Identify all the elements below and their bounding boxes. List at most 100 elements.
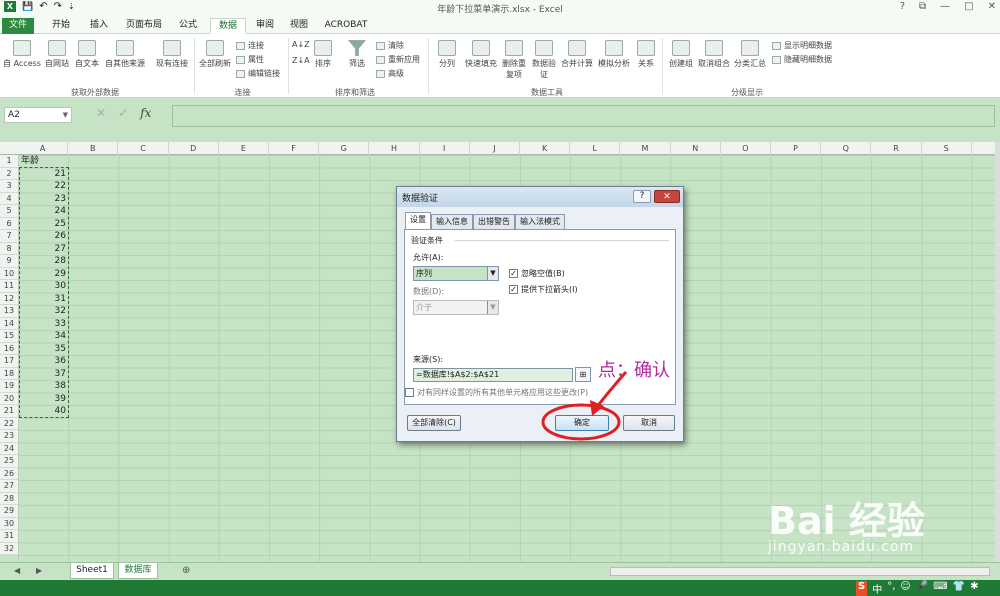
row-header[interactable]: 4 — [0, 192, 18, 205]
row-header[interactable]: 21 — [0, 405, 18, 418]
insert-function-icon[interactable]: fx — [140, 106, 151, 120]
tab-home[interactable]: 开始 — [44, 18, 78, 34]
tab-acrobat[interactable]: ACROBAT — [320, 18, 372, 34]
tab-settings[interactable]: 设置 — [405, 212, 431, 229]
clear-filter-button[interactable]: 清除 — [376, 40, 404, 51]
row-header[interactable]: 8 — [0, 242, 18, 255]
cancel-icon[interactable]: ✕ — [96, 106, 106, 120]
formula-input[interactable] — [172, 105, 995, 127]
column-header[interactable]: O — [721, 142, 771, 155]
tab-formulas[interactable]: 公式 — [172, 18, 204, 34]
row-header[interactable]: 23 — [0, 430, 18, 443]
filter-button[interactable]: 筛选 — [342, 40, 372, 69]
scroll-left-icon[interactable]: ◀ — [14, 566, 20, 575]
tab-file[interactable]: 文件 — [2, 18, 34, 34]
row-header[interactable]: 20 — [0, 392, 18, 405]
ignore-blank-checkbox[interactable]: ✓ 忽略空值(B) — [509, 268, 565, 279]
existing-connections-button[interactable]: 现有连接 — [152, 40, 192, 69]
column-header[interactable]: I — [420, 142, 470, 155]
row-header[interactable]: 27 — [0, 480, 18, 493]
column-header[interactable]: C — [118, 142, 169, 155]
column-header[interactable]: A — [18, 142, 69, 155]
subtotal-button[interactable]: 分类汇总 — [732, 40, 768, 69]
row-header[interactable]: 6 — [0, 217, 18, 230]
row-header[interactable]: 3 — [0, 180, 18, 193]
row-header[interactable]: 31 — [0, 530, 18, 543]
tab-data[interactable]: 数据 — [210, 18, 246, 34]
row-header[interactable]: 1 — [0, 155, 18, 168]
scroll-right-icon[interactable]: ▶ — [36, 566, 42, 575]
row-header[interactable]: 15 — [0, 330, 18, 343]
tab-error-alert[interactable]: 出错警告 — [473, 214, 515, 229]
range-picker-icon[interactable]: ⊞ — [575, 367, 591, 382]
cancel-button[interactable]: 取消 — [623, 415, 675, 431]
row-header[interactable]: 10 — [0, 267, 18, 280]
maximize-button[interactable]: □ — [964, 1, 973, 12]
sheet-tab-sheet1[interactable]: Sheet1 — [70, 563, 114, 579]
column-header[interactable]: P — [771, 142, 822, 155]
column-header[interactable]: M — [620, 142, 671, 155]
column-header[interactable]: K — [520, 142, 571, 155]
tab-input-message[interactable]: 输入信息 — [431, 214, 473, 229]
row-header[interactable]: 25 — [0, 455, 18, 468]
row-header[interactable]: 19 — [0, 380, 18, 393]
horizontal-scrollbar[interactable] — [610, 567, 990, 576]
column-header[interactable]: S — [922, 142, 972, 155]
relationships-button[interactable]: 关系 — [634, 40, 658, 69]
text-to-columns-button[interactable]: 分列 — [434, 40, 460, 69]
row-header[interactable]: 7 — [0, 230, 18, 243]
row-header[interactable]: 30 — [0, 517, 18, 530]
row-header[interactable]: 22 — [0, 417, 18, 430]
row-header[interactable]: 18 — [0, 367, 18, 380]
row-header[interactable]: 24 — [0, 442, 18, 455]
column-header[interactable]: G — [319, 142, 370, 155]
sort-button[interactable]: 排序 — [310, 40, 336, 69]
column-header[interactable]: E — [219, 142, 269, 155]
row-header[interactable]: 17 — [0, 355, 18, 368]
show-detail-button[interactable]: 显示明细数据 — [772, 40, 832, 51]
enter-icon[interactable]: ✓ — [118, 106, 128, 120]
cell-a1[interactable]: 年龄 — [20, 155, 68, 168]
column-header[interactable]: L — [570, 142, 621, 155]
from-access-button[interactable]: 自 Access — [2, 40, 42, 69]
column-header[interactable]: N — [671, 142, 721, 155]
connections-button[interactable]: 连接 — [236, 40, 264, 51]
column-header[interactable]: J — [470, 142, 520, 155]
sort-asc-button[interactable]: A↓Z — [292, 40, 310, 49]
apply-all-checkbox[interactable]: 对有同样设置的所有其他单元格应用这些更改(P) — [405, 387, 588, 398]
from-text-button[interactable]: 自文本 — [72, 40, 102, 69]
reapply-button[interactable]: 重新应用 — [376, 54, 420, 65]
ribbon-display-icon[interactable]: ⧉ — [919, 1, 926, 12]
row-header[interactable]: 28 — [0, 492, 18, 505]
sort-desc-button[interactable]: Z↓A — [292, 56, 310, 65]
name-box[interactable]: A2 ▼ — [4, 107, 72, 123]
clear-all-button[interactable]: 全部清除(C) — [407, 415, 461, 431]
consolidate-button[interactable]: 合并计算 — [558, 40, 596, 69]
edit-links-button[interactable]: 编辑链接 — [236, 68, 280, 79]
row-header[interactable]: 16 — [0, 342, 18, 355]
ungroup-button[interactable]: 取消组合 — [696, 40, 732, 69]
help-icon[interactable]: ? — [900, 1, 905, 12]
allow-select[interactable]: 序列 ▼ — [413, 266, 499, 281]
row-header[interactable]: 5 — [0, 205, 18, 218]
row-header[interactable]: 13 — [0, 305, 18, 318]
tab-ime-mode[interactable]: 输入法模式 — [515, 214, 565, 229]
column-header[interactable]: F — [269, 142, 320, 155]
from-other-sources-button[interactable]: 自其他来源 — [102, 40, 148, 69]
what-if-analysis-button[interactable]: 模拟分析 — [596, 40, 632, 69]
dialog-help-button[interactable]: ? — [633, 190, 651, 203]
from-web-button[interactable]: 自网站 — [42, 40, 72, 69]
tab-review[interactable]: 审阅 — [250, 18, 280, 34]
source-input[interactable]: =数据库!$A$2:$A$21 — [413, 368, 573, 382]
sheet-tab-database[interactable]: 数据库 — [118, 563, 158, 579]
data-validation-button[interactable]: 数据验证 — [530, 40, 558, 80]
close-button[interactable]: ✕ — [988, 1, 996, 12]
add-sheet-icon[interactable]: ⊕ — [182, 565, 190, 576]
properties-button[interactable]: 属性 — [236, 54, 264, 65]
vertical-scrollbar[interactable] — [995, 142, 1000, 562]
row-header[interactable]: 11 — [0, 280, 18, 293]
row-header[interactable]: 26 — [0, 467, 18, 480]
row-header[interactable]: 12 — [0, 292, 18, 305]
advanced-filter-button[interactable]: 高级 — [376, 68, 404, 79]
minimize-button[interactable]: — — [940, 1, 950, 12]
